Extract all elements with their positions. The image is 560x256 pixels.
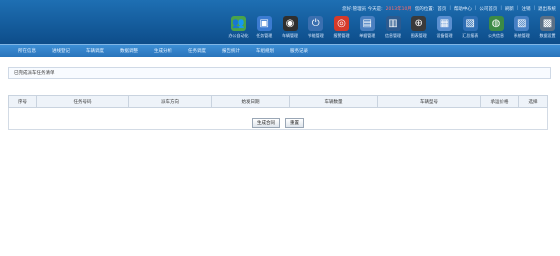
separator: | xyxy=(474,6,477,11)
toolbar-item-alarm[interactable]: ◎ 报警管理 xyxy=(331,16,352,44)
device-icon: ▦ xyxy=(437,16,452,31)
nav-item[interactable]: 服务记录 xyxy=(290,45,312,57)
toolbar-item-label: 数据设置 xyxy=(539,33,556,38)
nav-item[interactable]: 生成分析 xyxy=(154,45,176,57)
greeting-text: 您好:管理员 今天是: xyxy=(342,7,383,12)
toolbar-item-label: 单据管理 xyxy=(359,33,376,38)
nav-bar: 所在信息 进线登记 车辆调度 数据调整 生成分析 任务调度 报告统计 车组规划 服务记录 xyxy=(0,44,560,57)
toolbar-item-label: 图表管理 xyxy=(410,33,427,38)
nav-item[interactable]: 车辆调度 xyxy=(86,45,108,57)
nav-item[interactable]: 所在信息 xyxy=(18,45,40,57)
alarm-icon: ◎ xyxy=(334,16,349,31)
home-link[interactable]: 首页 xyxy=(437,6,446,14)
toolbar-item-globe[interactable]: ◍ 公共信息 xyxy=(486,16,507,44)
nav-item[interactable]: 车组规划 xyxy=(256,45,278,57)
column-header: 派车方向 xyxy=(128,95,212,108)
main-toolbar: 👥 办公自动化 ▣ 任务管理 ◉ 车辆管理 ⏻ 节能管理 ◎ 报警管理 ▤ 单据管理 ▥ 信息管理 ⊕ 图表管… xyxy=(228,16,558,44)
date-text: 2013年10月 xyxy=(385,7,412,12)
separator: | xyxy=(533,6,535,11)
refresh-link[interactable]: 刷新 xyxy=(505,6,514,14)
gps-icon: ⊕ xyxy=(411,16,427,31)
table-header-row: 序号 任务号码 派车方向 始发日期 车辆数量 车辆型号 承运价格 选择 xyxy=(8,95,548,108)
column-header: 始发日期 xyxy=(211,95,290,108)
toolbar-item-label: 办公自动化 xyxy=(228,33,249,38)
column-header: 承运价格 xyxy=(480,95,519,108)
toolbar-item-gps[interactable]: ⊕ 图表管理 xyxy=(408,16,429,44)
monitor-icon: ▣ xyxy=(256,16,272,31)
settings-icon: ▨ xyxy=(514,16,530,31)
database-icon: ▩ xyxy=(540,16,555,31)
gauge-icon: ◉ xyxy=(282,16,298,31)
toolbar-item-monitor[interactable]: ▣ 任务管理 xyxy=(254,16,275,44)
help-link[interactable]: 帮助中心 xyxy=(454,6,472,14)
reset-button[interactable]: 重置 xyxy=(285,118,305,128)
column-header: 任务号码 xyxy=(36,95,129,108)
toolbar-item-label: 公共信息 xyxy=(488,33,504,38)
nav-item[interactable]: 数据调整 xyxy=(120,45,142,57)
app-header: 您好:管理员 今天是: 2013年10月 您的位置: 首页 | 帮助中心 | 公… xyxy=(0,0,560,44)
position-label: 您的位置: xyxy=(414,7,435,12)
nav-item[interactable]: 进线登记 xyxy=(52,45,74,57)
separator: | xyxy=(516,6,519,11)
toolbar-item-label: 汇总报表 xyxy=(462,33,479,38)
toolbar-item-settings[interactable]: ▨ 系统管理 xyxy=(511,16,532,44)
nav-item[interactable]: 任务调度 xyxy=(188,45,210,57)
section-title: 已完成派车任务清单 xyxy=(14,71,55,76)
people-icon: 👥 xyxy=(231,16,246,31)
toolbar-item-power[interactable]: ⏻ 节能管理 xyxy=(305,16,326,44)
toolbar-item-database[interactable]: ▩ 数据设置 xyxy=(537,16,558,44)
power-icon: ⏻ xyxy=(308,16,324,31)
column-header: 序号 xyxy=(8,95,37,108)
toolbar-item-label: 车辆管理 xyxy=(282,33,298,38)
toolbar-item-people[interactable]: 👥 办公自动化 xyxy=(228,16,249,44)
generate-contract-button[interactable]: 生成合同 xyxy=(251,118,280,128)
document-icon: ▤ xyxy=(359,16,375,31)
toolbar-item-label: 任务管理 xyxy=(256,33,273,38)
column-header: 选择 xyxy=(518,95,548,108)
nav-item[interactable]: 报告统计 xyxy=(222,45,244,57)
report-icon: ▧ xyxy=(462,16,478,31)
logout-link[interactable]: 注销 xyxy=(521,6,530,14)
exit-link[interactable]: 退出系统 xyxy=(538,6,556,14)
separator: | xyxy=(500,6,502,11)
toolbar-item-label: 系统管理 xyxy=(513,33,530,38)
globe-icon: ◍ xyxy=(488,16,504,31)
section-title-box: 已完成派车任务清单 xyxy=(8,67,551,79)
table-action-row: 生成合同 重置 xyxy=(8,107,548,130)
toolbar-item-book[interactable]: ▥ 信息管理 xyxy=(383,16,404,44)
column-header: 车辆型号 xyxy=(377,95,481,108)
toolbar-item-label: 设备管理 xyxy=(436,33,453,38)
toolbar-item-label: 节能管理 xyxy=(307,33,324,38)
separator: | xyxy=(449,6,451,11)
task-table: 序号 任务号码 派车方向 始发日期 车辆数量 车辆型号 承运价格 选择 生成合同 重置 xyxy=(8,95,548,130)
top-links-bar: 您好:管理员 今天是: 2013年10月 您的位置: 首页 | 帮助中心 | 公… xyxy=(342,6,556,14)
company-home-link[interactable]: 公司首页 xyxy=(479,6,497,14)
column-header: 车辆数量 xyxy=(289,95,378,108)
toolbar-item-label: 报警管理 xyxy=(333,33,350,38)
toolbar-item-gauge[interactable]: ◉ 车辆管理 xyxy=(280,16,301,44)
action-cell: 生成合同 重置 xyxy=(8,107,548,130)
toolbar-item-document[interactable]: ▤ 单据管理 xyxy=(357,16,378,44)
toolbar-item-device[interactable]: ▦ 设备管理 xyxy=(434,16,455,44)
toolbar-item-label: 信息管理 xyxy=(385,33,401,38)
toolbar-item-report[interactable]: ▧ 汇总报表 xyxy=(460,16,481,44)
book-icon: ▥ xyxy=(385,16,401,31)
